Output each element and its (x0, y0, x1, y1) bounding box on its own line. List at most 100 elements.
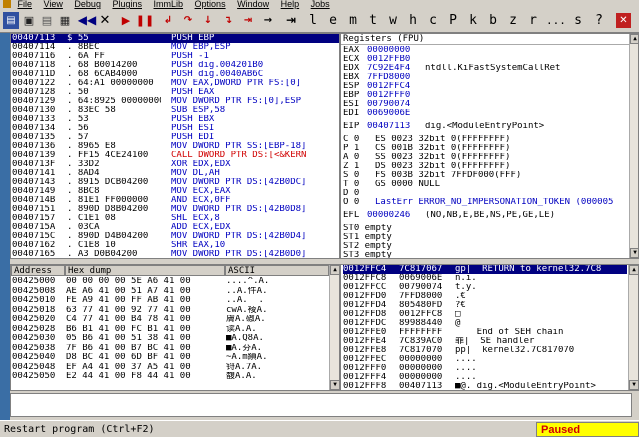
disasm-row[interactable]: 0040711D . 68 6CAB4000 PUSH dig.0040AB6C (11, 70, 339, 79)
disasm-row[interactable]: 00407116 . 6A FF PUSH -1 (11, 52, 339, 61)
registers-pane[interactable]: Registers (FPU) EAX 00000000 ECX 0012FFB0 ED… (340, 33, 639, 259)
disasm-row[interactable]: 0040715A . 03CA ADD ECX,EDX (11, 223, 339, 232)
goto-icon[interactable]: → (260, 12, 276, 29)
trace-into-icon[interactable]: ↓ (200, 12, 216, 29)
disasm-row[interactable]: 00407113 $ 55 PUSH EBP (11, 34, 339, 43)
tool-help[interactable]: ? (592, 13, 606, 29)
console-icon[interactable]: ▣ (21, 12, 37, 29)
register-line[interactable]: Z 1 DS 0023 32bit 0(FFFFFFFF) (343, 162, 629, 171)
register-line[interactable]: ESI 00790074 (343, 100, 629, 109)
dump-col-hex[interactable]: Hex dump (65, 265, 225, 276)
dump-row[interactable]: 00425008 AE A6 41 00 51 A7 41 00 ..A.件A. (12, 287, 328, 297)
tool-source[interactable]: s (571, 13, 585, 29)
disasm-row[interactable]: 00407118 . 68 B0014200 PUSH dig.004201B0 (11, 61, 339, 70)
register-line[interactable]: ECX 0012FFB0 (343, 55, 629, 64)
open-folder-icon[interactable]: ▤ (3, 12, 19, 29)
scroll-down-icon[interactable]: ▼ (630, 248, 638, 258)
stack-row[interactable]: 0012FFC4 7C817067 gp| RETURN to kernel32.7… (343, 265, 627, 274)
pause-icon[interactable]: ❚❚ (136, 12, 154, 29)
tool-call-stack[interactable]: k (466, 13, 480, 29)
register-line[interactable]: ST1 empty (343, 233, 629, 242)
stack-row[interactable]: 0012FFF4 00000000.... (343, 373, 627, 382)
step-into-icon[interactable]: ↲ (160, 12, 176, 29)
register-line[interactable]: S 0 FS 003B 32bit 7FFDF000(FFF) (343, 171, 629, 180)
menu-plugins[interactable]: Plugins (112, 0, 142, 9)
dump-row[interactable]: 00425038 7F B6 41 00 B7 BC 41 00 ■A.芬A. (12, 344, 328, 354)
disasm-row[interactable]: 0040715C . 890D D4B04200 MOV DWORD PTR DS:… (11, 232, 339, 241)
menu-immlib[interactable]: ImmLib (154, 0, 184, 9)
menu-jobs[interactable]: Jobs (311, 0, 330, 9)
disasm-row[interactable]: 00407129 . 64:8925 00000000 MOV DWORD PTR … (11, 97, 339, 106)
register-line[interactable]: T 0 GS 0000 NULL (343, 180, 629, 189)
tool-memory[interactable]: m (346, 13, 360, 29)
disasm-row[interactable]: 00407141 . 8AD4 MOV DL,AH (11, 169, 339, 178)
disasm-row[interactable]: 00407143 . 8915 DCB04200 MOV DWORD PTR DS:… (11, 178, 339, 187)
disasm-row[interactable]: 00407136 . 8965 E8 MOV DWORD PTR SS:[EBP-1… (11, 142, 339, 151)
stack-row[interactable]: 0012FFE0 FFFFFFFF End of SEH chain (343, 328, 627, 337)
dump-row[interactable]: 00425000 00 00 00 00 5E A6 41 00 ....^.A. (12, 277, 328, 287)
restart-icon[interactable]: ◀◀ (78, 12, 96, 29)
stack-row[interactable]: 0012FFC8 0069006E n.i. (343, 274, 627, 283)
disasm-row[interactable]: 00407135 . 57 PUSH EDI (11, 133, 339, 142)
stack-row[interactable]: 0012FFD0 7FFD8000 .€ (343, 292, 627, 301)
disassembly-pane[interactable]: 00407113 $ 55 PUSH EBP 00407114 . 8BEC MOV EB… (10, 33, 340, 259)
tool-run-trace[interactable]: ... (546, 13, 566, 29)
stack-row[interactable]: 0012FFD4 805480FD ?€ (343, 301, 627, 310)
scroll-up-icon[interactable]: ▲ (330, 265, 339, 275)
stack-scrollbar[interactable]: ▲ ▼ (628, 265, 638, 390)
disasm-row[interactable]: 00407122 . 64:A1 00000000 MOV EAX,DWORD PT… (11, 79, 339, 88)
disasm-row[interactable]: 00407114 . 8BEC MOV EBP,ESP (11, 43, 339, 52)
disasm-row[interactable]: 00407139 . FF15 4CE24100 CALL DWORD PTR DS… (11, 151, 339, 160)
register-line[interactable]: EDX 7C92E4F4 ntdll.KiFastSystemCallRet (343, 64, 629, 73)
disasm-row[interactable]: 00407133 . 53 PUSH EBX (11, 115, 339, 124)
register-line[interactable]: D 0 (343, 189, 629, 198)
dump-scrollbar[interactable]: ▲ ▼ (329, 265, 339, 390)
stack-row[interactable]: 0012FFF0 00000000.... (343, 364, 627, 373)
register-line[interactable]: ST2 empty (343, 242, 629, 251)
command-line-input[interactable] (10, 393, 632, 417)
menu-view[interactable]: View (44, 0, 63, 9)
register-line[interactable]: ST0 empty (343, 224, 629, 233)
register-line[interactable]: EIP 00407113 dig.<ModuleEntryPoint> (343, 122, 629, 131)
disasm-row[interactable]: 00407162 . C1E8 10 SHR EAX,10 (11, 241, 339, 250)
stack-pane[interactable]: 0012FFC4 7C817067 gp| RETURN to kernel32.7… (340, 264, 639, 391)
disasm-row[interactable]: 00407157 . C1E1 08 SHL ECX,8 (11, 214, 339, 223)
memory-icon[interactable]: ▤ (39, 12, 55, 29)
disasm-row[interactable]: 00407151 . 890D D8B04200 MOV DWORD PTR DS:… (11, 205, 339, 214)
tool-hw-breakpoints[interactable]: z (506, 13, 520, 29)
scroll-up-icon[interactable]: ▲ (629, 265, 638, 275)
dump-pane[interactable]: Address Hex dump ASCII 00425000 00 00 00 … (10, 264, 340, 391)
scroll-down-icon[interactable]: ▼ (330, 380, 339, 390)
run-icon[interactable]: ▶ (118, 12, 134, 29)
stack-row[interactable]: 0012FFDC 89988440 @ (343, 319, 627, 328)
menu-options[interactable]: Options (195, 0, 226, 9)
execute-till-return-icon[interactable]: ⇥ (240, 12, 256, 29)
trace-over-icon[interactable]: ↴ (220, 12, 236, 29)
dump-row[interactable]: 00425050 E2 44 41 00 F8 44 41 00 馥A.A. (12, 372, 328, 382)
tool-patches[interactable]: P (446, 13, 460, 29)
step-over-icon[interactable]: ↷ (180, 12, 196, 29)
menu-help[interactable]: Help (281, 0, 300, 9)
disasm-row[interactable]: 00407128 . 50 PUSH EAX (11, 88, 339, 97)
dump-row[interactable]: 00425048 EF A4 41 00 37 A5 41 00 锊A.7A. (12, 363, 328, 373)
dump-row[interactable]: 00425018 63 77 41 00 92 77 41 00 cwA.裬A. (12, 306, 328, 316)
tool-cpu[interactable]: c (426, 13, 440, 29)
dump-row[interactable]: 00425028 B6 B1 41 00 FC B1 41 00 读A.A. (12, 325, 328, 335)
register-line[interactable]: O 0 LastErr ERROR_NO_IMPERSONATION_TOKEN … (343, 198, 629, 207)
register-line[interactable]: EAX 00000000 (343, 46, 629, 55)
disasm-row[interactable]: 00407134 . 56 PUSH ESI (11, 124, 339, 133)
dump-row[interactable]: 00425020 C4 77 41 00 B4 78 41 00 膚A.磝A. (12, 315, 328, 325)
register-line[interactable]: A 0 SS 0023 32bit 0(FFFFFFFF) (343, 153, 629, 162)
register-line[interactable]: EDI 0069006E (343, 109, 629, 118)
menu-file[interactable]: File (18, 0, 33, 9)
register-line[interactable]: ST3 empty (343, 251, 629, 258)
menu-window[interactable]: Window (237, 0, 269, 9)
exit-icon[interactable]: ✕ (616, 13, 631, 28)
register-line[interactable]: EFL 00000246 (NO,NB,E,BE,NS,PE,GE,LE) (343, 211, 629, 220)
register-line[interactable]: P 1 CS 001B 32bit 0(FFFFFFFF) (343, 144, 629, 153)
dump-row[interactable]: 00425010 FE A9 41 00 FF AB 41 00 ..A. . (12, 296, 328, 306)
tool-threads[interactable]: t (366, 13, 380, 29)
threads-icon[interactable]: ▦ (57, 12, 73, 29)
tool-windows[interactable]: w (386, 13, 400, 29)
disasm-row[interactable]: 00407165 . A3 D0B04200 MOV DWORD PTR DS:[4… (11, 250, 339, 258)
